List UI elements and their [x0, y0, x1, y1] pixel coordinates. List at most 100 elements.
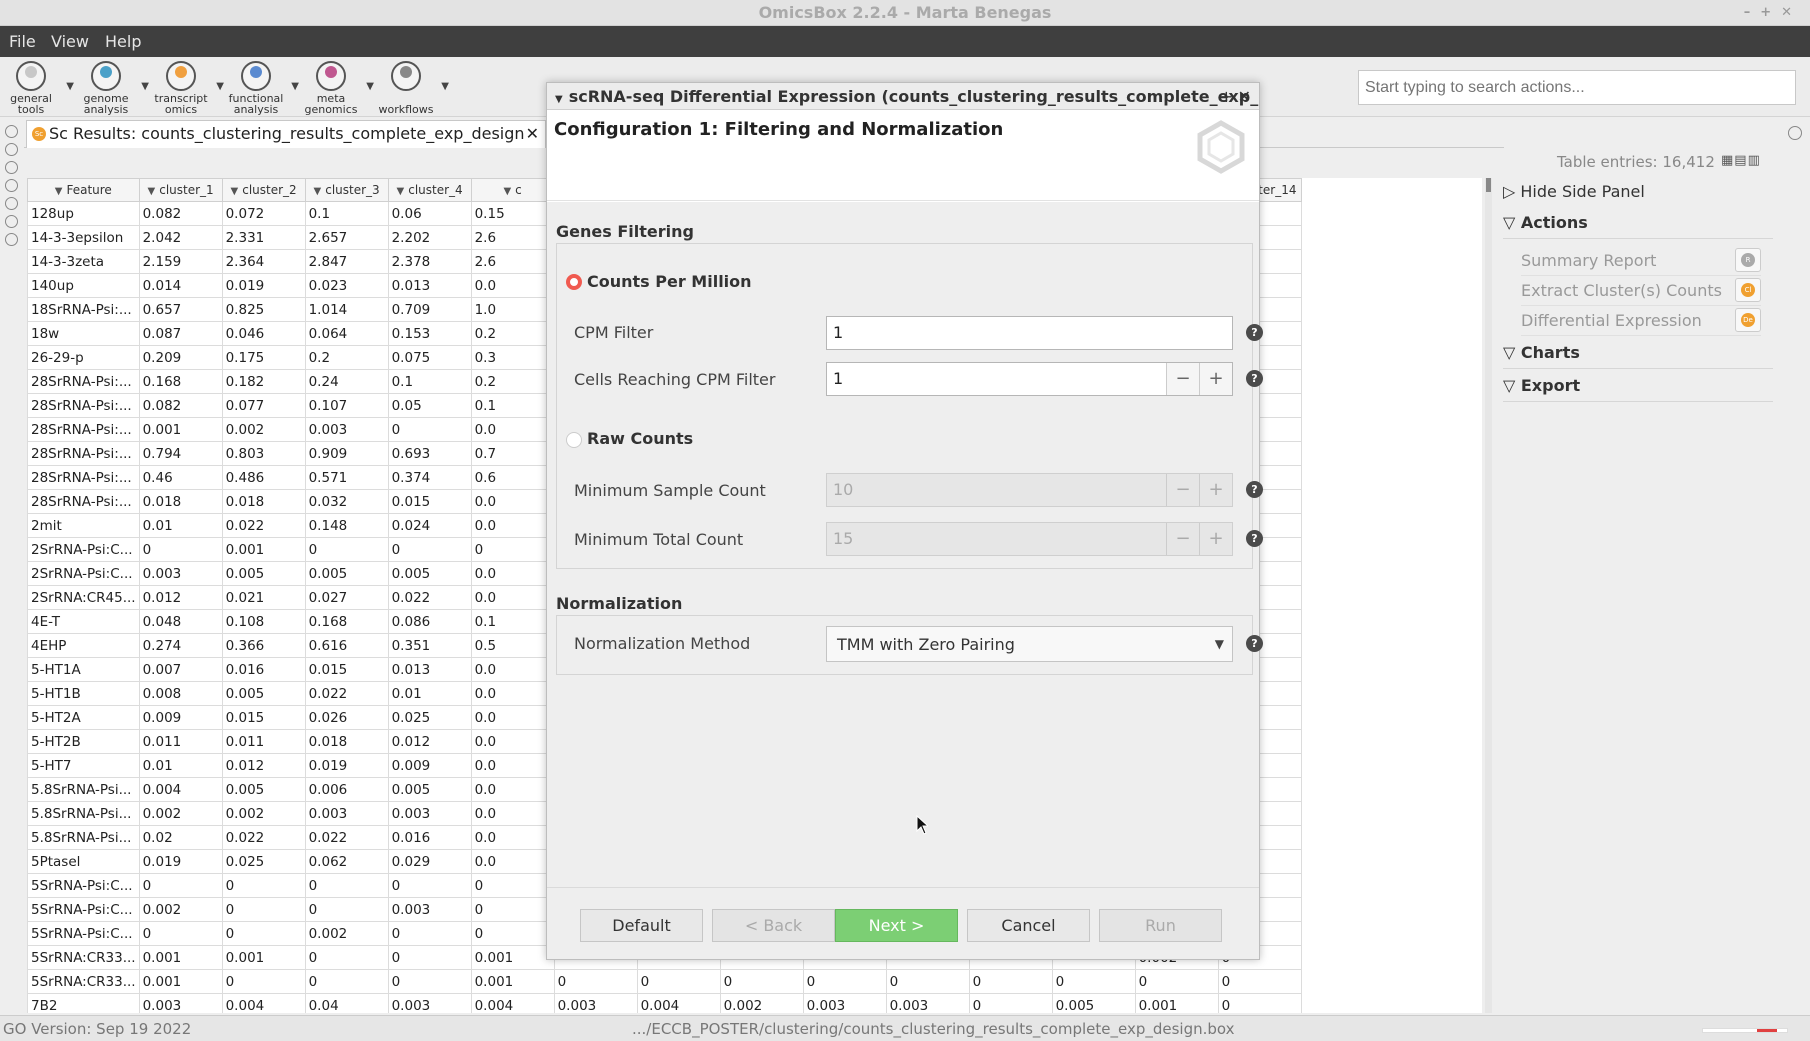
value-cell[interactable]: 0.013	[387, 273, 472, 298]
value-cell[interactable]: 0	[138, 537, 223, 562]
value-cell[interactable]: 0.1	[304, 201, 389, 226]
feature-cell[interactable]: 28SrRNA-Psi:...	[27, 369, 140, 394]
value-cell[interactable]: 0	[387, 537, 472, 562]
value-cell[interactable]: 0.023	[304, 273, 389, 298]
feature-cell[interactable]: 14-3-3zeta	[27, 249, 140, 274]
help-icon[interactable]: ?	[1246, 481, 1263, 498]
value-cell[interactable]: 0	[636, 969, 721, 994]
value-cell[interactable]: 0	[1217, 993, 1302, 1013]
value-cell[interactable]: 0.077	[221, 393, 306, 418]
feature-cell[interactable]: 28SrRNA-Psi:...	[27, 393, 140, 418]
value-cell[interactable]: 0.024	[387, 513, 472, 538]
value-cell[interactable]: 0.005	[387, 777, 472, 802]
back-button[interactable]: < Back	[712, 909, 835, 942]
value-cell[interactable]: 0.022	[387, 585, 472, 610]
value-cell[interactable]: 0.019	[221, 273, 306, 298]
value-cell[interactable]: 0.001	[138, 969, 223, 994]
value-cell[interactable]: 0.005	[221, 777, 306, 802]
feature-cell[interactable]: 5-HT1B	[27, 681, 140, 706]
value-cell[interactable]: 0.004	[470, 993, 555, 1013]
value-cell[interactable]: 0.015	[221, 705, 306, 730]
scrollbar-thumb[interactable]	[1486, 178, 1491, 192]
panel-icon[interactable]	[5, 179, 18, 192]
value-cell[interactable]: 0.016	[387, 825, 472, 850]
value-cell[interactable]: 0.825	[221, 297, 306, 322]
value-cell[interactable]: 0.0	[470, 825, 555, 850]
chevron-down-icon[interactable]: ▼	[141, 81, 149, 92]
value-cell[interactable]: 0.011	[221, 729, 306, 754]
value-cell[interactable]: 0.04	[304, 993, 389, 1013]
feature-cell[interactable]: 2SrRNA-Psi:C...	[27, 561, 140, 586]
value-cell[interactable]: 0.7	[470, 441, 555, 466]
value-cell[interactable]: 0.022	[304, 681, 389, 706]
value-cell[interactable]: 0	[221, 969, 306, 994]
value-cell[interactable]: 0.168	[304, 609, 389, 634]
value-cell[interactable]: 0.005	[221, 561, 306, 586]
chevron-down-icon[interactable]: ▼	[1215, 637, 1224, 651]
value-cell[interactable]: 0	[304, 969, 389, 994]
value-cell[interactable]: 0.001	[470, 945, 555, 970]
functional-analysis-button[interactable]: functional analysis ▼	[225, 61, 299, 115]
dialog-menu-icon[interactable]: ▼	[555, 94, 563, 105]
value-cell[interactable]: 0	[1051, 969, 1136, 994]
value-cell[interactable]: 2.159	[138, 249, 223, 274]
window-controls[interactable]: –+✕	[1744, 0, 1802, 26]
value-cell[interactable]: 0.003	[553, 993, 638, 1013]
value-cell[interactable]: 0.025	[387, 705, 472, 730]
filter-icon[interactable]: ▼	[55, 186, 63, 197]
chevron-down-icon[interactable]: ▼	[441, 81, 449, 92]
general-tools-button[interactable]: general tools ▼	[0, 61, 74, 115]
value-cell[interactable]: 0.002	[221, 801, 306, 826]
value-cell[interactable]: 0.3	[470, 345, 555, 370]
value-cell[interactable]: 0.005	[387, 561, 472, 586]
value-cell[interactable]: 0	[304, 945, 389, 970]
value-cell[interactable]: 0.004	[221, 993, 306, 1013]
filter-icon[interactable]: ▼	[397, 186, 405, 197]
feature-cell[interactable]: 2SrRNA-Psi:C...	[27, 537, 140, 562]
report-icon[interactable]: R	[1735, 248, 1761, 272]
value-cell[interactable]: 0.0	[470, 657, 555, 682]
value-cell[interactable]: 2.657	[304, 225, 389, 250]
feature-cell[interactable]: 5Ptasel	[27, 849, 140, 874]
increment-button[interactable]: +	[1199, 474, 1232, 506]
next-button[interactable]: Next >	[835, 909, 958, 942]
value-cell[interactable]: 2.6	[470, 225, 555, 250]
value-cell[interactable]: 0.0	[470, 273, 555, 298]
value-cell[interactable]: 0.0	[470, 753, 555, 778]
value-cell[interactable]: 0.029	[387, 849, 472, 874]
value-cell[interactable]: 0.0	[470, 489, 555, 514]
value-cell[interactable]: 0.003	[387, 993, 472, 1013]
value-cell[interactable]: 0.0	[470, 513, 555, 538]
table-row[interactable]: 5SrRNA:CR33... 0.001 0 0 0 0.001 0 0 0 0 0 0 0 0 0	[27, 969, 1302, 994]
value-cell[interactable]: 0.616	[304, 633, 389, 658]
value-cell[interactable]: 0.01	[387, 681, 472, 706]
value-cell[interactable]: 0.209	[138, 345, 223, 370]
value-cell[interactable]: 0.46	[138, 465, 223, 490]
value-cell[interactable]: 0.0	[470, 849, 555, 874]
feature-cell[interactable]: 5-HT2B	[27, 729, 140, 754]
value-cell[interactable]: 0.013	[387, 657, 472, 682]
value-cell[interactable]: 0	[387, 969, 472, 994]
value-cell[interactable]: 0.374	[387, 465, 472, 490]
value-cell[interactable]: 2.847	[304, 249, 389, 274]
normalization-method-select[interactable]: TMM with Zero Pairing ▼	[826, 626, 1233, 662]
feature-cell[interactable]: 28SrRNA-Psi:...	[27, 465, 140, 490]
menu-file[interactable]: File	[9, 32, 36, 51]
min-sample-count-value[interactable]: 10	[833, 480, 853, 499]
chevron-down-icon[interactable]: ▼	[216, 81, 224, 92]
filter-icon[interactable]: ▼	[148, 186, 156, 197]
value-cell[interactable]: 0.0	[470, 681, 555, 706]
value-cell[interactable]: 0	[1134, 969, 1219, 994]
tab-sc-results[interactable]: Sc Sc Results: counts_clustering_results…	[26, 120, 546, 148]
feature-cell[interactable]: 5SrRNA-Psi:C...	[27, 897, 140, 922]
feature-cell[interactable]: 28SrRNA-Psi:...	[27, 417, 140, 442]
feature-cell[interactable]: 28SrRNA-Psi:...	[27, 489, 140, 514]
value-cell[interactable]: 0.046	[221, 321, 306, 346]
value-cell[interactable]: 0	[470, 921, 555, 946]
value-cell[interactable]: 0.01	[138, 753, 223, 778]
value-cell[interactable]: 0	[221, 897, 306, 922]
value-cell[interactable]: 0	[968, 969, 1053, 994]
feature-cell[interactable]: 18w	[27, 321, 140, 346]
value-cell[interactable]: 0.1	[387, 369, 472, 394]
feature-cell[interactable]: 5SrRNA:CR33...	[27, 945, 140, 970]
